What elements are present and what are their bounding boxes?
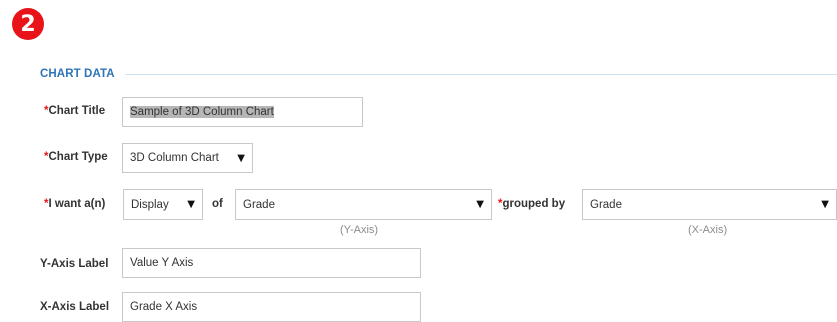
y-axis-field-value: Grade — [243, 198, 275, 211]
triangle-down-icon: ▼ — [821, 199, 829, 210]
aggregate-value: Display — [131, 198, 169, 211]
chart-type-value: 3D Column Chart — [130, 152, 219, 164]
triangle-down-icon: ▼ — [476, 199, 484, 210]
chart-type-select[interactable]: 3D Column Chart ▼ — [122, 143, 253, 173]
y-axis-hint: (Y-Axis) — [340, 224, 379, 236]
i-want-label: *I want a(n) — [44, 198, 106, 210]
of-label: of — [212, 198, 223, 210]
y-axis-label-label: Y-Axis Label — [40, 258, 109, 270]
section-title: CHART DATA — [40, 68, 115, 80]
step-number-badge: 2 — [12, 8, 44, 40]
chart-title-value: Sample of 3D Column Chart — [130, 106, 274, 118]
aggregate-select[interactable]: Display ▼ — [123, 189, 203, 220]
chart-title-input[interactable]: Sample of 3D Column Chart — [122, 97, 363, 127]
x-axis-field-value: Grade — [590, 198, 622, 211]
x-axis-label-label: X-Axis Label — [40, 301, 110, 313]
y-axis-label-input[interactable]: Value Y Axis — [122, 248, 421, 278]
x-axis-label-value: Grade X Axis — [130, 301, 198, 313]
chart-title-label: *Chart Title — [44, 105, 106, 117]
triangle-down-icon: ▼ — [237, 152, 245, 164]
y-axis-label-value: Value Y Axis — [130, 257, 194, 269]
y-axis-field-select[interactable]: Grade ▼ — [235, 189, 492, 220]
section-divider — [124, 73, 837, 75]
grouped-by-label: *grouped by — [498, 198, 566, 210]
x-axis-hint: (X-Axis) — [688, 224, 728, 236]
chart-type-label: *Chart Type — [44, 151, 108, 163]
x-axis-label-input[interactable]: Grade X Axis — [122, 292, 421, 322]
triangle-down-icon: ▼ — [187, 199, 195, 210]
x-axis-field-select[interactable]: Grade ▼ — [582, 189, 837, 220]
section-header: CHART DATA — [40, 66, 837, 82]
